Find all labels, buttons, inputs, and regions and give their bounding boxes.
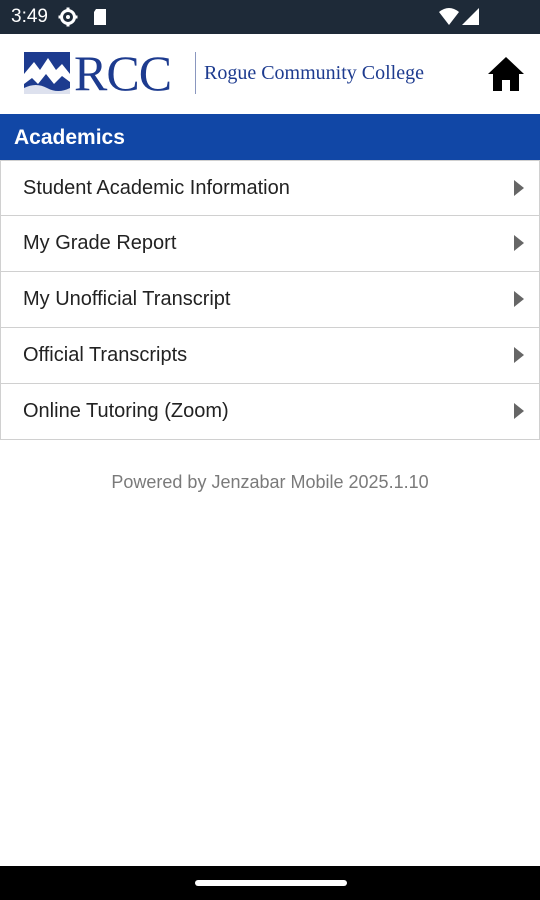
navigation-bar	[0, 866, 540, 900]
chevron-right-icon	[513, 291, 525, 307]
section-header: Academics	[0, 114, 540, 160]
menu-item-student-academic-information[interactable]: Student Academic Information	[0, 160, 540, 216]
chevron-right-icon	[513, 403, 525, 419]
powered-by-text: Powered by Jenzabar Mobile 2025.1.10	[111, 472, 429, 492]
menu-item-label: My Grade Report	[23, 232, 177, 254]
home-icon	[488, 57, 524, 91]
mountain-logo-icon	[24, 52, 70, 94]
logo-divider	[195, 52, 196, 94]
logo-college-name: Rogue Community College	[204, 62, 424, 84]
menu-item-label: Student Academic Information	[23, 177, 290, 199]
status-time: 3:49	[11, 6, 48, 27]
home-button[interactable]	[486, 54, 526, 94]
settings-icon	[58, 7, 78, 27]
menu-item-label: My Unofficial Transcript	[23, 288, 231, 310]
menu-item-my-grade-report[interactable]: My Grade Report	[0, 216, 540, 272]
menu-list: Student Academic Information My Grade Re…	[0, 160, 540, 440]
home-indicator[interactable]	[195, 880, 347, 886]
signal-icon	[461, 7, 481, 27]
wifi-icon	[438, 7, 459, 27]
app-header: RCC Rogue Community College	[0, 34, 540, 114]
logo-rcc-text: RCC	[74, 45, 172, 101]
sd-card-icon	[90, 7, 110, 27]
menu-item-online-tutoring[interactable]: Online Tutoring (Zoom)	[0, 384, 540, 440]
menu-item-label: Online Tutoring (Zoom)	[23, 400, 229, 422]
section-title: Academics	[14, 126, 125, 149]
menu-item-label: Official Transcripts	[23, 344, 188, 366]
chevron-right-icon	[513, 180, 525, 196]
chevron-right-icon	[513, 347, 525, 363]
menu-item-my-unofficial-transcript[interactable]: My Unofficial Transcript	[0, 272, 540, 328]
menu-item-official-transcripts[interactable]: Official Transcripts	[0, 328, 540, 384]
status-bar: 3:49	[0, 0, 540, 34]
rcc-logo: RCC Rogue Community College	[24, 45, 444, 101]
chevron-right-icon	[513, 235, 525, 251]
